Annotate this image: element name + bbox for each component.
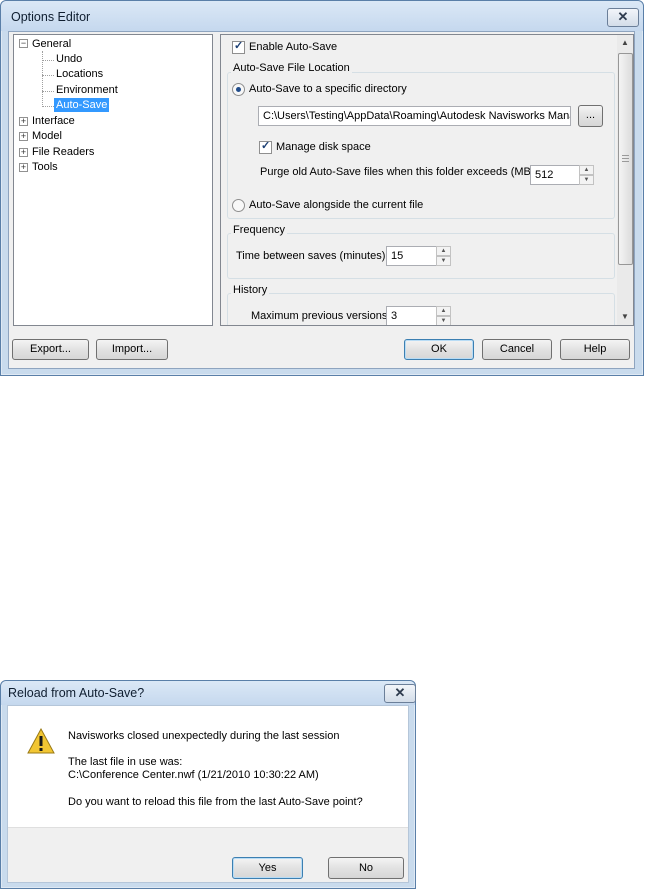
dialog-title: Reload from Auto-Save? xyxy=(8,686,145,700)
tree-item-tools[interactable]: Tools xyxy=(32,160,58,174)
close-icon: ✕ xyxy=(394,685,406,700)
purge-size-field[interactable]: 512 xyxy=(530,165,580,185)
options-editor-window: Options Editor ✕ − General Undo Location… xyxy=(0,0,644,376)
enable-auto-save-label: Enable Auto-Save xyxy=(249,41,338,53)
window-client-area: − General Undo Locations Environment Aut… xyxy=(8,31,635,369)
scroll-down-icon[interactable]: ▼ xyxy=(617,309,633,325)
spin-up-icon[interactable]: ▲ xyxy=(436,246,451,256)
collapse-icon[interactable]: − xyxy=(19,38,28,48)
grip-line xyxy=(622,161,629,162)
expand-icon[interactable]: + xyxy=(19,131,28,141)
time-between-saves-label: Time between saves (minutes) xyxy=(236,250,386,262)
expand-icon[interactable]: + xyxy=(19,116,28,126)
tree-item-environment[interactable]: Environment xyxy=(56,83,118,97)
panel-scrollbar[interactable]: ▲ ▼ xyxy=(617,35,633,325)
manage-disk-space-label: Manage disk space xyxy=(276,141,371,153)
spin-down-icon[interactable]: ▼ xyxy=(436,316,451,325)
auto-save-settings-panel: Enable Auto-Save Auto-Save File Location… xyxy=(220,34,634,326)
expand-icon[interactable]: + xyxy=(19,147,28,157)
spin-down-icon[interactable]: ▼ xyxy=(579,175,594,185)
warning-icon xyxy=(27,728,55,754)
tree-item-general[interactable]: General xyxy=(32,37,71,51)
specific-directory-label: Auto-Save to a specific directory xyxy=(249,83,407,95)
export-button[interactable]: Export... xyxy=(12,339,89,360)
tree-item-file-readers[interactable]: File Readers xyxy=(32,145,94,159)
purge-size-spinner[interactable]: ▲ ▼ xyxy=(579,165,594,185)
dialog-message-line2: The last file in use was: xyxy=(68,756,183,768)
time-between-saves-spinner[interactable]: ▲ ▼ xyxy=(436,246,451,266)
tree-connector xyxy=(42,106,54,107)
tree-connector xyxy=(42,75,54,76)
directory-path-field[interactable]: C:\Users\Testing\AppData\Roaming\Autodes… xyxy=(258,106,571,126)
options-tree[interactable]: − General Undo Locations Environment Aut… xyxy=(13,34,213,326)
tree-item-undo[interactable]: Undo xyxy=(56,52,82,66)
window-title: Options Editor xyxy=(11,10,91,24)
tree-item-locations[interactable]: Locations xyxy=(56,67,103,81)
tree-item-interface[interactable]: Interface xyxy=(32,114,75,128)
tree-connector xyxy=(42,91,54,92)
dialog-close-button[interactable]: ✕ xyxy=(384,684,416,703)
purge-label: Purge old Auto-Save files when this fold… xyxy=(260,166,535,178)
scrollbar-thumb[interactable] xyxy=(618,53,633,265)
cancel-button[interactable]: Cancel xyxy=(482,339,552,360)
reload-dialog-window: Reload from Auto-Save? ✕ Navisworks clos… xyxy=(0,680,416,889)
history-group-label: History xyxy=(231,284,270,296)
max-versions-field[interactable]: 3 xyxy=(386,306,437,325)
grip-line xyxy=(622,155,629,156)
title-bar: Options Editor ✕ xyxy=(1,1,643,31)
help-button[interactable]: Help xyxy=(560,339,630,360)
dialog-title-bar: Reload from Auto-Save? ✕ xyxy=(1,681,416,705)
dialog-message-line3: C:\Conference Center.nwf (1/21/2010 10:3… xyxy=(68,769,319,781)
time-between-saves-field[interactable]: 15 xyxy=(386,246,437,266)
spin-up-icon[interactable]: ▲ xyxy=(579,165,594,175)
alongside-current-file-radio[interactable] xyxy=(232,199,245,212)
no-button[interactable]: No xyxy=(328,857,404,879)
expand-icon[interactable]: + xyxy=(19,162,28,172)
dialog-body: Navisworks closed unexpectedly during th… xyxy=(7,705,409,883)
enable-auto-save-checkbox[interactable] xyxy=(232,39,245,54)
scroll-up-icon[interactable]: ▲ xyxy=(617,35,633,51)
location-group-label: Auto-Save File Location xyxy=(231,62,352,74)
yes-button[interactable]: Yes xyxy=(232,857,303,879)
alongside-current-file-label: Auto-Save alongside the current file xyxy=(249,199,424,211)
grip-line xyxy=(622,158,629,159)
specific-directory-radio[interactable] xyxy=(232,83,245,96)
spin-up-icon[interactable]: ▲ xyxy=(436,306,451,316)
frequency-group-label: Frequency xyxy=(231,224,287,236)
import-button[interactable]: Import... xyxy=(96,339,168,360)
tree-item-model[interactable]: Model xyxy=(32,129,62,143)
tree-item-auto-save[interactable]: Auto-Save xyxy=(54,98,110,112)
manage-disk-space-checkbox[interactable] xyxy=(259,139,272,154)
max-versions-spinner[interactable]: ▲ ▼ xyxy=(436,306,451,325)
dialog-message-line1: Navisworks closed unexpectedly during th… xyxy=(68,730,340,742)
ok-button[interactable]: OK xyxy=(404,339,474,360)
close-icon: ✕ xyxy=(617,9,629,24)
spin-down-icon[interactable]: ▼ xyxy=(436,256,451,266)
max-versions-label: Maximum previous versions xyxy=(251,310,388,322)
close-button[interactable]: ✕ xyxy=(607,8,639,27)
tree-connector xyxy=(42,60,54,61)
dialog-message-line4: Do you want to reload this file from the… xyxy=(68,796,363,808)
browse-button[interactable]: ... xyxy=(578,105,603,127)
